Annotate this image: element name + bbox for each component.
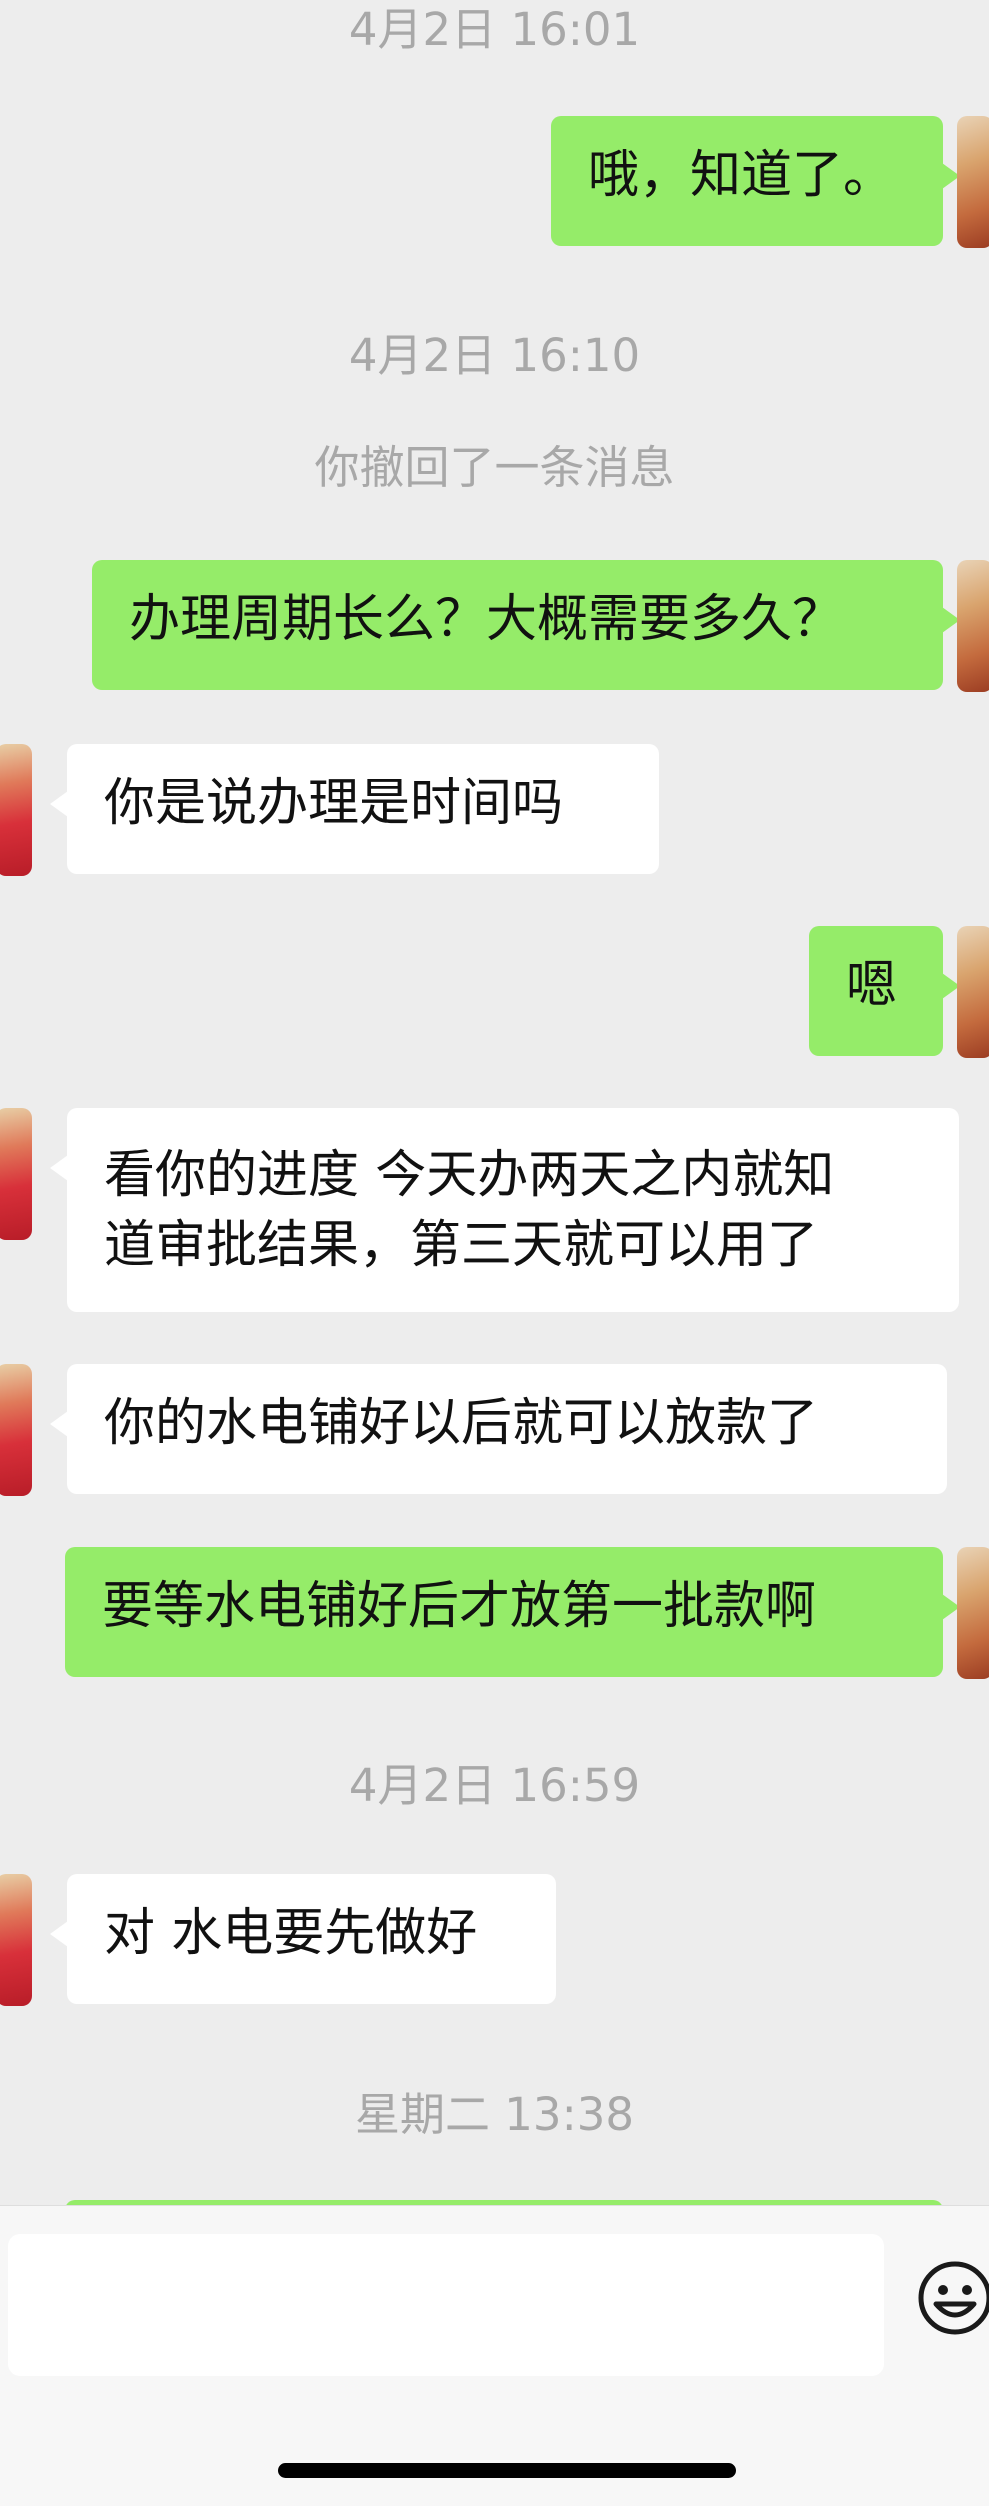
message-text-line: 道审批结果，第三天就可以用了 — [104, 1216, 819, 1275]
chat-input-bar — [0, 2205, 989, 2506]
incoming-message-bubble[interactable]: 对 水电要先做好 — [50, 1874, 556, 2004]
contact-avatar[interactable] — [0, 744, 32, 876]
self-avatar[interactable] — [957, 926, 989, 1058]
outgoing-message-bubble[interactable]: 嗯 — [809, 926, 960, 1056]
timestamp: 4月2日 16:59 — [348, 1759, 641, 1812]
message-text: 你是说办理是时间吗 — [104, 774, 564, 833]
incoming-message-bubble[interactable]: 看你的进度 今天办两天之内就知 道审批结果，第三天就可以用了 — [50, 1108, 959, 1312]
contact-avatar[interactable] — [0, 1874, 32, 2006]
message-text: 你的水电铺好以后就可以放款了 — [104, 1394, 819, 1453]
outgoing-message-bubble[interactable]: 要等水电铺好后才放第一批款啊 — [65, 1547, 960, 1677]
contact-avatar[interactable] — [0, 1108, 32, 1240]
message-text: 要等水电铺好后才放第一批款啊 — [102, 1577, 817, 1636]
message-text: 嗯 — [846, 956, 898, 1015]
message-input[interactable] — [8, 2234, 884, 2376]
timestamp: 星期二 13:38 — [355, 2088, 634, 2141]
self-avatar[interactable] — [957, 560, 989, 692]
self-avatar[interactable] — [957, 1547, 989, 1679]
contact-avatar[interactable] — [0, 1364, 32, 1496]
message-text: 哦，知道了。 — [588, 146, 895, 205]
self-avatar[interactable] — [957, 116, 989, 248]
outgoing-message-bubble[interactable]: 哦，知道了。 — [551, 116, 960, 246]
home-indicator — [278, 2463, 736, 2478]
emoji-smile-icon[interactable] — [915, 2258, 989, 2338]
recalled-message-notice: 你撤回了一条消息 — [314, 441, 675, 494]
incoming-message-bubble[interactable]: 你是说办理是时间吗 — [50, 744, 659, 874]
outgoing-message-bubble[interactable]: 办理周期长么？大概需要多久？ — [92, 560, 960, 690]
incoming-message-bubble[interactable]: 你的水电铺好以后就可以放款了 — [50, 1364, 947, 1494]
message-text-line: 看你的进度 今天办两天之内就知 — [104, 1146, 835, 1205]
message-text: 对 水电要先做好 — [104, 1904, 478, 1963]
timestamp: 4月2日 16:01 — [348, 3, 641, 56]
timestamp: 4月2日 16:10 — [348, 329, 641, 382]
message-text: 办理周期长么？大概需要多久？ — [129, 590, 844, 649]
